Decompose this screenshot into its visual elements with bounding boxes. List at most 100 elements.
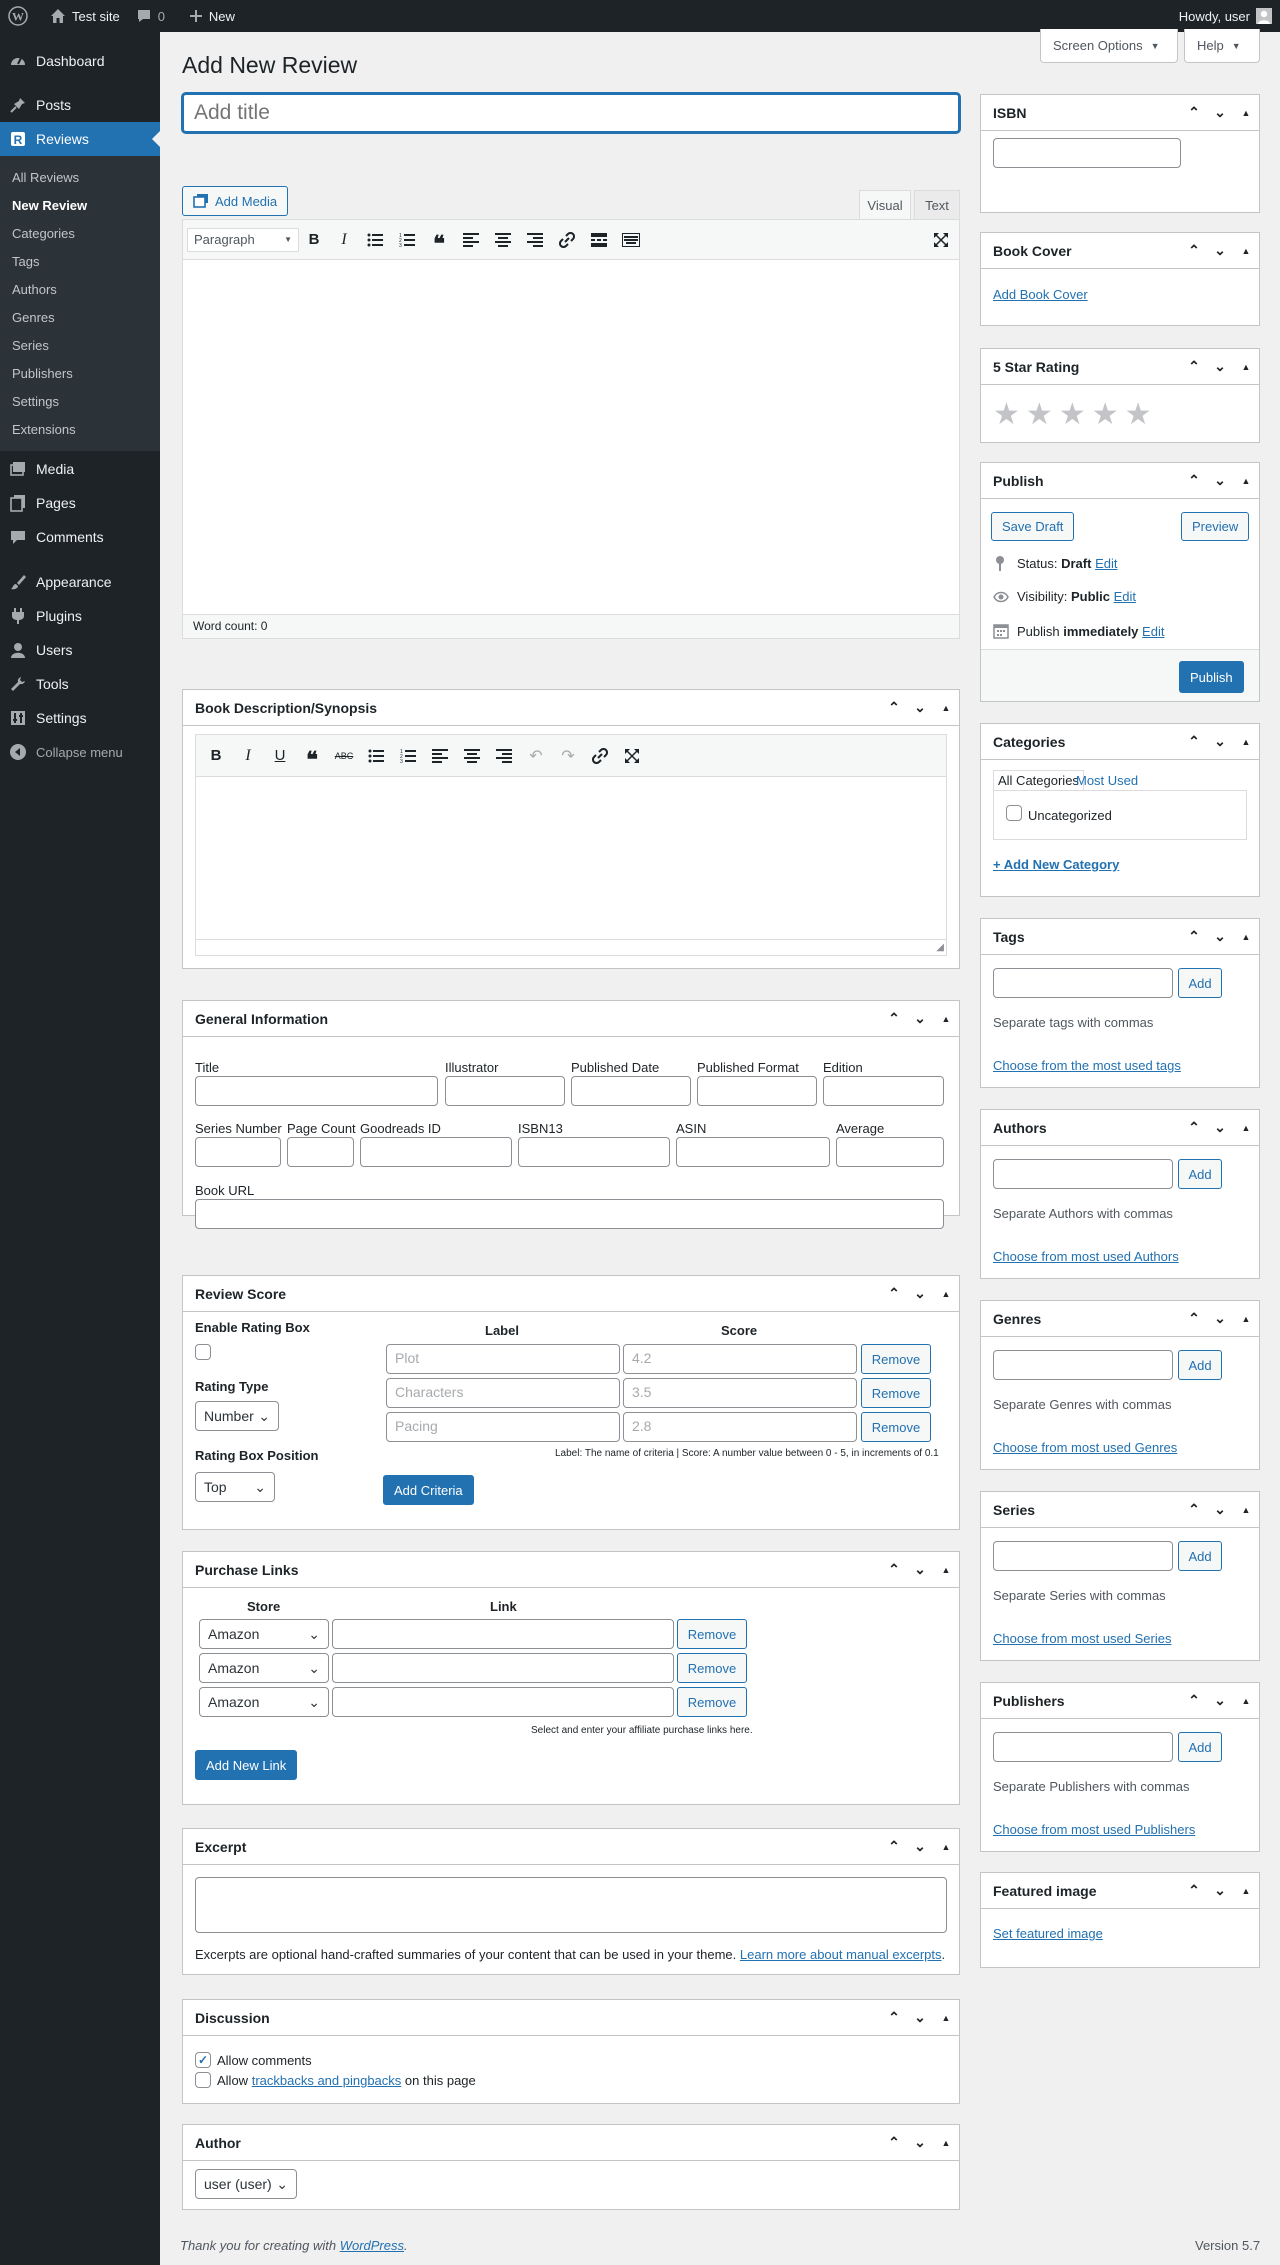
rating-position-select[interactable]: Top ⌄ (195, 1472, 275, 1502)
align-center-icon[interactable] (456, 741, 488, 771)
edit-visibility-link[interactable]: Edit (1114, 589, 1136, 604)
blockquote-icon[interactable]: ❝ (423, 225, 455, 256)
star-icon[interactable]: ★ (1059, 397, 1092, 432)
tab-all-categories[interactable]: All Categories (993, 770, 1084, 790)
edition-input[interactable] (823, 1076, 944, 1106)
add-series-button[interactable]: Add (1178, 1541, 1222, 1571)
chevron-up-icon[interactable]: ⌃ (1181, 349, 1207, 385)
remove-link-button[interactable]: Remove (677, 1619, 747, 1649)
chevron-up-icon[interactable]: ⌃ (881, 1001, 907, 1037)
save-draft-button[interactable]: Save Draft (991, 512, 1075, 541)
chevron-down-icon[interactable]: ⌄ (1207, 463, 1233, 499)
edit-status-link[interactable]: Edit (1095, 556, 1117, 571)
read-more-icon[interactable] (583, 225, 615, 255)
keyboard-icon[interactable] (615, 225, 647, 255)
menu-posts[interactable]: Posts (0, 88, 160, 122)
submenu-all-reviews[interactable]: All Reviews (0, 163, 160, 191)
chevron-up-icon[interactable]: ⌃ (881, 2125, 907, 2161)
most-used-series-link[interactable]: Choose from most used Series (993, 1631, 1171, 1646)
chevron-down-icon[interactable]: ⌄ (1207, 1873, 1233, 1909)
menu-pages[interactable]: Pages (0, 486, 160, 520)
published-date-input[interactable] (571, 1076, 691, 1106)
submenu-categories[interactable]: Categories (0, 219, 160, 247)
chevron-down-icon[interactable]: ⌄ (907, 690, 933, 726)
remove-link-button[interactable]: Remove (677, 1687, 747, 1717)
chevron-down-icon[interactable]: ⌄ (907, 1829, 933, 1865)
add-criteria-button[interactable]: Add Criteria (383, 1475, 474, 1505)
excerpt-textarea[interactable] (195, 1877, 947, 1933)
chevron-down-icon[interactable]: ⌄ (907, 1552, 933, 1588)
add-book-cover-link[interactable]: Add Book Cover (993, 287, 1088, 302)
strikethrough-icon[interactable]: ABC (328, 741, 360, 771)
page-count-input[interactable] (287, 1137, 354, 1167)
criteria-score-input[interactable]: 2.8 (623, 1412, 857, 1442)
remove-criteria-button[interactable]: Remove (861, 1344, 931, 1374)
chevron-up-icon[interactable]: ⌃ (1181, 1110, 1207, 1146)
most-used-genres-link[interactable]: Choose from most used Genres (993, 1440, 1177, 1455)
edit-schedule-link[interactable]: Edit (1142, 624, 1164, 639)
chevron-up-icon[interactable]: ⌃ (881, 1829, 907, 1865)
remove-link-button[interactable]: Remove (677, 1653, 747, 1683)
comments-link[interactable]: 0 (128, 0, 173, 32)
tab-most-used[interactable]: Most Used (1076, 773, 1138, 788)
chevron-down-icon[interactable]: ⌄ (1207, 919, 1233, 955)
numbered-list-icon[interactable]: 123 (392, 741, 424, 771)
asin-input[interactable] (676, 1137, 830, 1167)
book-url-input[interactable] (195, 1199, 944, 1229)
post-title-input[interactable] (182, 93, 960, 133)
chevron-down-icon[interactable]: ⌄ (1207, 349, 1233, 385)
resize-handle-icon[interactable]: ◢ (936, 942, 944, 953)
chevron-down-icon[interactable]: ⌄ (1207, 1301, 1233, 1337)
menu-dashboard[interactable]: Dashboard (0, 44, 160, 78)
trackbacks-link[interactable]: trackbacks and pingbacks (252, 2073, 402, 2088)
collapse-menu-button[interactable]: Collapse menu (0, 735, 160, 769)
redo-icon[interactable]: ↷ (552, 741, 584, 771)
menu-appearance[interactable]: Appearance (0, 565, 160, 599)
align-center-icon[interactable] (487, 225, 519, 255)
isbn13-input[interactable] (518, 1137, 670, 1167)
align-right-icon[interactable] (519, 225, 551, 255)
menu-media[interactable]: Media (0, 452, 160, 486)
toggle-arrow-icon[interactable]: ▲ (933, 1829, 959, 1865)
add-media-button[interactable]: Add Media (182, 186, 289, 216)
chevron-down-icon[interactable]: ⌄ (1207, 1492, 1233, 1528)
menu-settings[interactable]: Settings (0, 701, 160, 735)
store-select[interactable]: Amazon ⌄ (199, 1653, 329, 1683)
toggle-arrow-icon[interactable]: ▲ (933, 1001, 959, 1037)
uncategorized-checkbox[interactable] (1006, 805, 1022, 821)
toggle-arrow-icon[interactable]: ▲ (1233, 463, 1259, 499)
chevron-down-icon[interactable]: ⌄ (1207, 233, 1233, 269)
average-input[interactable] (836, 1137, 944, 1167)
chevron-down-icon[interactable]: ⌄ (907, 2125, 933, 2161)
fullscreen-icon[interactable] (923, 225, 959, 255)
store-select[interactable]: Amazon ⌄ (199, 1619, 329, 1649)
submenu-series[interactable]: Series (0, 331, 160, 359)
most-used-publishers-link[interactable]: Choose from most used Publishers (993, 1822, 1195, 1837)
criteria-label-input[interactable]: Characters (386, 1378, 620, 1408)
link-icon[interactable] (584, 741, 616, 771)
add-tag-button[interactable]: Add (1178, 968, 1222, 998)
menu-users[interactable]: Users (0, 633, 160, 667)
genres-input[interactable] (993, 1350, 1173, 1380)
star-icon[interactable]: ★ (993, 397, 1026, 432)
chevron-up-icon[interactable]: ⌃ (1181, 724, 1207, 760)
toggle-arrow-icon[interactable]: ▲ (1233, 233, 1259, 269)
italic-icon[interactable]: I (329, 225, 359, 255)
chevron-up-icon[interactable]: ⌃ (881, 690, 907, 726)
add-publisher-button[interactable]: Add (1178, 1732, 1222, 1762)
published-format-input[interactable] (697, 1076, 817, 1106)
chevron-up-icon[interactable]: ⌃ (1181, 233, 1207, 269)
publish-button[interactable]: Publish (1179, 661, 1244, 693)
series-number-input[interactable] (195, 1137, 281, 1167)
menu-comments[interactable]: Comments (0, 520, 160, 554)
toggle-arrow-icon[interactable]: ▲ (1233, 1683, 1259, 1719)
toggle-arrow-icon[interactable]: ▲ (933, 1276, 959, 1312)
toggle-arrow-icon[interactable]: ▲ (933, 690, 959, 726)
goodreads-id-input[interactable] (360, 1137, 512, 1167)
add-author-button[interactable]: Add (1178, 1159, 1222, 1189)
help-button[interactable]: Help ▼ (1184, 29, 1260, 63)
wordpress-logo-icon[interactable]: W (0, 0, 42, 32)
submenu-authors[interactable]: Authors (0, 275, 160, 303)
criteria-score-input[interactable]: 3.5 (623, 1378, 857, 1408)
chevron-down-icon[interactable]: ⌄ (1207, 724, 1233, 760)
